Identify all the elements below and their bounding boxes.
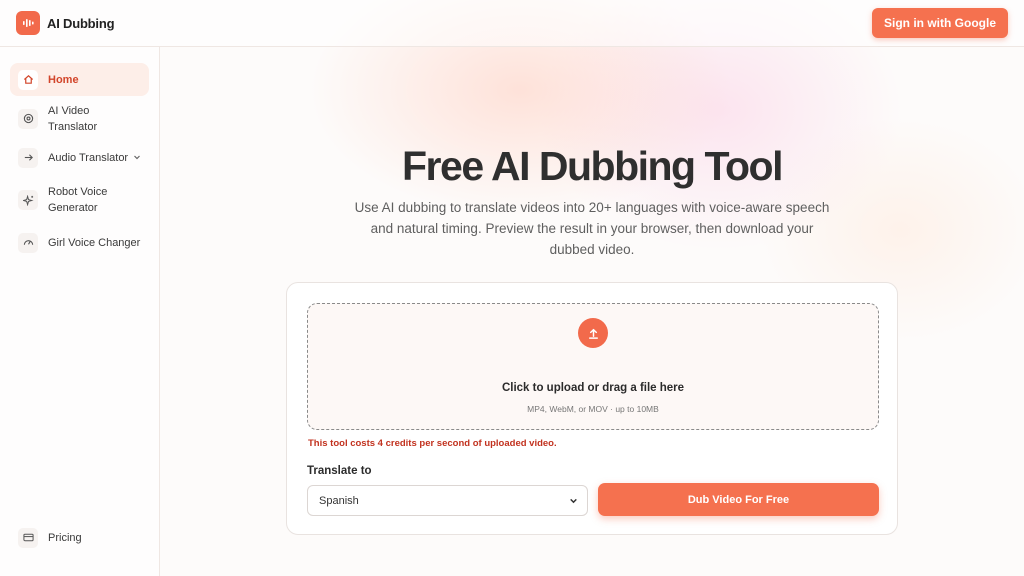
sidebar-item-audio-translator[interactable]: Audio Translator	[10, 141, 149, 174]
upload-hint: MP4, WebM, or MOV · up to 10MB	[527, 404, 659, 414]
arrow-right-icon	[18, 147, 38, 168]
chevron-down-icon	[569, 496, 578, 508]
audio-wave-icon	[16, 11, 40, 35]
sign-in-google-button[interactable]: Sign in with Google	[872, 8, 1008, 38]
main-content: Free AI Dubbing Tool Use AI dubbing to t…	[160, 47, 1024, 576]
top-header: AI Dubbing Sign in with Google	[0, 0, 1024, 47]
brand[interactable]: AI Dubbing	[16, 11, 115, 35]
upload-title: Click to upload or drag a file here	[501, 382, 685, 394]
sidebar-item-label: Girl Voice Changer	[48, 236, 141, 249]
page-subtitle: Use AI dubbing to translate videos into …	[354, 200, 830, 257]
dubbing-card: Click to upload or drag a file here MP4,…	[286, 282, 898, 535]
sidebar-item-robot-voice-generator[interactable]: Robot Voice Generator	[10, 180, 149, 220]
upload-icon	[578, 318, 608, 348]
sidebar-item-pricing[interactable]: Pricing	[10, 521, 150, 554]
sidebar-item-label: AI Video Translator	[48, 104, 98, 133]
sidebar: Home AI Video Translator Audio Translato…	[0, 47, 160, 576]
credit-card-icon	[18, 527, 38, 548]
credit-cost-note: This tool costs 4 credits per second of …	[308, 438, 557, 449]
dub-video-button[interactable]: Dub Video For Free	[598, 483, 879, 516]
upload-dropzone[interactable]: Click to upload or drag a file here MP4,…	[307, 303, 879, 430]
language-select[interactable]: Spanish	[307, 485, 588, 516]
sidebar-item-home[interactable]: Home	[10, 63, 149, 96]
sidebar-item-girl-voice-changer[interactable]: Girl Voice Changer	[10, 226, 149, 259]
sidebar-bottom: Pricing	[0, 521, 160, 560]
chevron-down-icon[interactable]	[133, 152, 141, 164]
target-icon	[18, 108, 38, 129]
sidebar-item-label: Home	[48, 73, 79, 86]
page-title: Free AI Dubbing Tool	[402, 143, 783, 189]
translate-to-label: Translate to	[307, 465, 372, 477]
sidebar-item-label: Audio Translator	[48, 151, 129, 164]
sidebar-item-label: Robot Voice Generator	[48, 186, 108, 214]
sidebar-item-label: Pricing	[48, 531, 82, 544]
gauge-icon	[18, 232, 38, 253]
sidebar-item-ai-video-translator[interactable]: AI Video Translator	[10, 102, 149, 135]
brand-name: AI Dubbing	[47, 15, 115, 31]
language-select-value: Spanish	[319, 494, 359, 507]
home-icon	[18, 69, 38, 90]
sparkle-icon	[18, 190, 38, 210]
